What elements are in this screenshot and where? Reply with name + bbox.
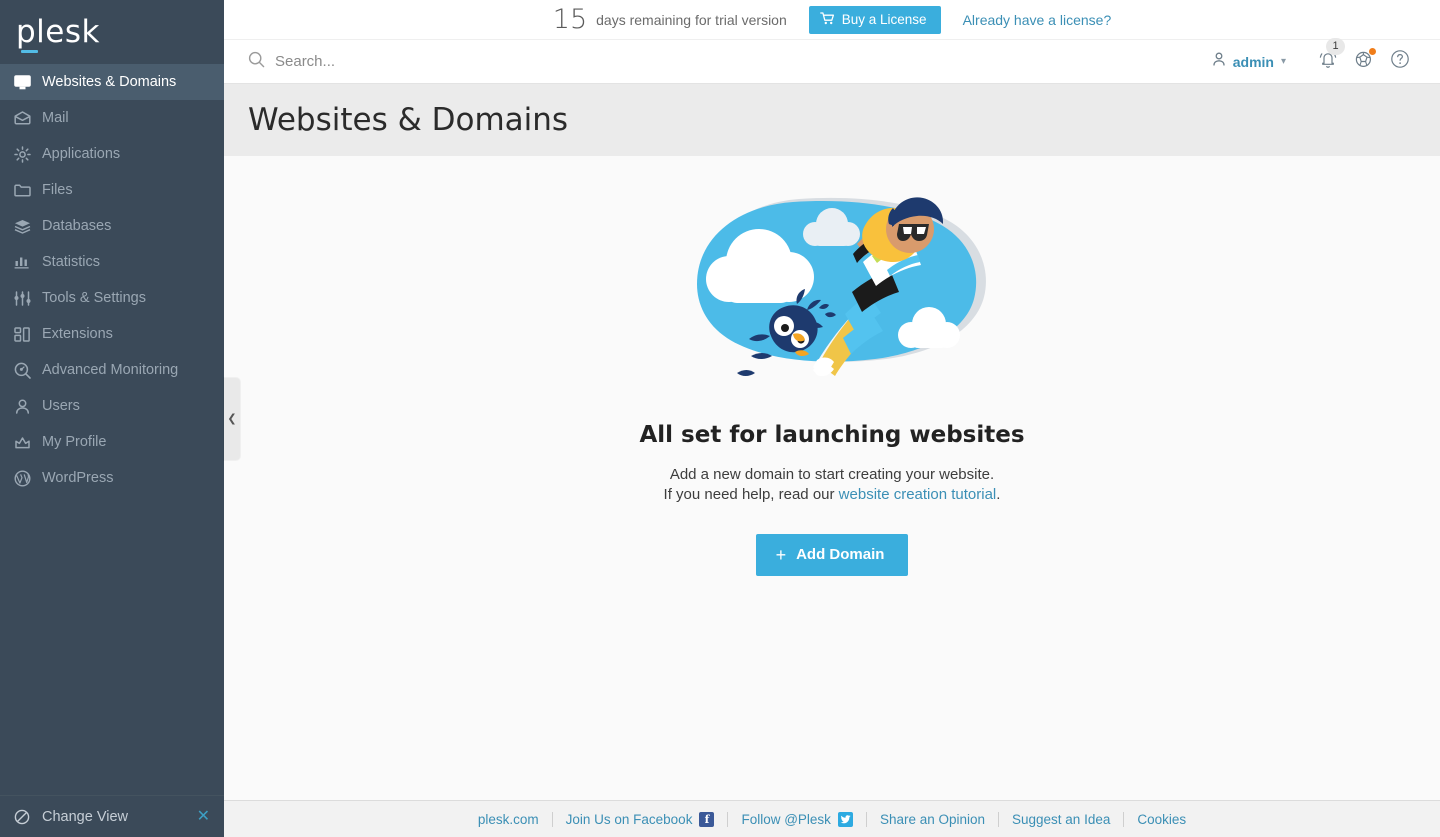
- footer-link-facebook[interactable]: Join Us on Facebook f: [553, 812, 728, 827]
- footer-link-label: Follow @Plesk: [741, 812, 830, 827]
- plesk-logo-text: plesk: [16, 14, 100, 50]
- no-entry-icon: [14, 809, 40, 825]
- footer-link-share-opinion[interactable]: Share an Opinion: [867, 812, 998, 827]
- plesk-logo-underline: [21, 50, 38, 53]
- sidebar-item-label: WordPress: [40, 470, 113, 486]
- sidebar-item-mail[interactable]: Mail: [0, 100, 224, 136]
- sidebar-item-label: Files: [40, 182, 73, 198]
- user-icon: [1212, 52, 1226, 71]
- sidebar-spacer: [0, 496, 224, 795]
- user-icon: [14, 397, 40, 415]
- sidebar-item-label: Extensions: [40, 326, 113, 342]
- footer-link-plesk-com[interactable]: plesk.com: [465, 812, 552, 827]
- sidebar-item-label: Databases: [40, 218, 111, 234]
- sidebar-item-label: Users: [40, 398, 80, 414]
- magnifier-gauge-icon: [14, 361, 40, 379]
- add-domain-label: Add Domain: [796, 546, 884, 563]
- page-title: Websites & Domains: [248, 105, 568, 136]
- plus-icon: +: [776, 546, 787, 564]
- user-name-label: admin: [1233, 54, 1274, 70]
- sidebar-item-files[interactable]: Files: [0, 172, 224, 208]
- chevron-left-icon: ❮: [227, 414, 236, 425]
- close-icon[interactable]: ✕: [197, 809, 210, 825]
- sidebar-item-websites-domains[interactable]: Websites & Domains: [0, 64, 224, 100]
- crown-icon: [14, 433, 40, 451]
- main-area: 15 days remaining for trial version Buy …: [224, 0, 1440, 837]
- search-area[interactable]: [248, 51, 1212, 73]
- gear-icon: [14, 145, 40, 163]
- sidebar-item-wordpress[interactable]: WordPress: [0, 460, 224, 496]
- blocks-icon: [14, 325, 40, 343]
- change-view-label: Change View: [40, 809, 197, 825]
- page-title-band: Websites & Domains: [224, 84, 1440, 156]
- already-have-license-link[interactable]: Already have a license?: [963, 12, 1112, 28]
- sidebar-item-statistics[interactable]: Statistics: [0, 244, 224, 280]
- notifications-button[interactable]: 1: [1310, 47, 1346, 77]
- question-circle-icon: [1390, 49, 1410, 74]
- database-stack-icon: [14, 217, 40, 235]
- buy-license-button[interactable]: Buy a License: [809, 6, 941, 34]
- sidebar-item-label: My Profile: [40, 434, 106, 450]
- footer-link-twitter[interactable]: Follow @Plesk: [728, 812, 865, 827]
- sidebar-item-label: Mail: [40, 110, 69, 126]
- cart-icon: [820, 12, 835, 28]
- sidebar-item-label: Tools & Settings: [40, 290, 146, 306]
- sidebar-collapse-handle[interactable]: ❮: [224, 378, 240, 460]
- sidebar-item-my-profile[interactable]: My Profile: [0, 424, 224, 460]
- empty-state-description: Add a new domain to start creating your …: [664, 465, 1001, 506]
- footer-links: plesk.com Join Us on Facebook f Follow @…: [465, 812, 1199, 827]
- wordpress-icon: [14, 469, 40, 487]
- sidebar: plesk Websites & Domains Mail: [0, 0, 224, 837]
- envelope-icon: [14, 109, 40, 127]
- sidebar-nav: Websites & Domains Mail Applications Fil…: [0, 64, 224, 496]
- user-menu[interactable]: admin ▾: [1212, 52, 1286, 71]
- footer-link-label: Join Us on Facebook: [566, 812, 693, 827]
- sidebar-item-label: Applications: [40, 146, 120, 162]
- plesk-logo[interactable]: plesk: [16, 17, 100, 48]
- empty-state-line2-prefix: If you need help, read our: [664, 486, 839, 503]
- updates-button[interactable]: [1346, 47, 1382, 77]
- sidebar-item-tools-settings[interactable]: Tools & Settings: [0, 280, 224, 316]
- bar-chart-icon: [14, 253, 40, 271]
- notifications-badge: 1: [1326, 38, 1345, 55]
- sidebar-item-label: Advanced Monitoring: [40, 362, 178, 378]
- buy-license-label: Buy a License: [842, 12, 927, 27]
- footer: plesk.com Join Us on Facebook f Follow @…: [224, 800, 1440, 837]
- add-domain-button[interactable]: + Add Domain: [756, 534, 909, 576]
- trial-text: days remaining for trial version: [596, 12, 787, 28]
- sliders-icon: [14, 289, 40, 307]
- trial-bar: 15 days remaining for trial version Buy …: [224, 0, 1440, 40]
- website-creation-tutorial-link[interactable]: website creation tutorial: [839, 486, 997, 503]
- folder-icon: [14, 181, 40, 199]
- facebook-icon: f: [699, 812, 714, 827]
- sidebar-item-users[interactable]: Users: [0, 388, 224, 424]
- empty-state-title: All set for launching websites: [639, 422, 1024, 448]
- content-area: All set for launching websites Add a new…: [224, 156, 1440, 800]
- sidebar-item-advanced-monitoring[interactable]: Advanced Monitoring: [0, 352, 224, 388]
- sidebar-item-label: Statistics: [40, 254, 100, 270]
- help-button[interactable]: [1382, 47, 1418, 77]
- sidebar-item-applications[interactable]: Applications: [0, 136, 224, 172]
- twitter-icon: [838, 812, 853, 827]
- chevron-down-icon: ▾: [1281, 57, 1286, 67]
- logo-area[interactable]: plesk: [0, 0, 224, 64]
- empty-state-line2-suffix: .: [996, 486, 1000, 503]
- update-alert-dot: [1369, 48, 1376, 55]
- header-right-tools: admin ▾ 1: [1212, 47, 1418, 77]
- footer-link-cookies[interactable]: Cookies: [1124, 812, 1199, 827]
- empty-state-line1: Add a new domain to start creating your …: [664, 465, 1001, 485]
- empty-state-line2: If you need help, read our website creat…: [664, 485, 1001, 505]
- search-input[interactable]: [275, 53, 695, 70]
- search-icon: [248, 51, 265, 73]
- trial-days-count: 15: [553, 6, 587, 33]
- sidebar-item-label: Websites & Domains: [40, 74, 176, 90]
- footer-link-suggest-idea[interactable]: Suggest an Idea: [999, 812, 1123, 827]
- top-header: admin ▾ 1: [224, 40, 1440, 84]
- sidebar-item-databases[interactable]: Databases: [0, 208, 224, 244]
- change-view-bar[interactable]: Change View ✕: [0, 795, 224, 837]
- monitor-icon: [14, 73, 40, 91]
- sidebar-item-extensions[interactable]: Extensions: [0, 316, 224, 352]
- plesk-app-window: plesk Websites & Domains Mail: [0, 0, 1440, 837]
- rocket-surfer-illustration: [667, 184, 997, 399]
